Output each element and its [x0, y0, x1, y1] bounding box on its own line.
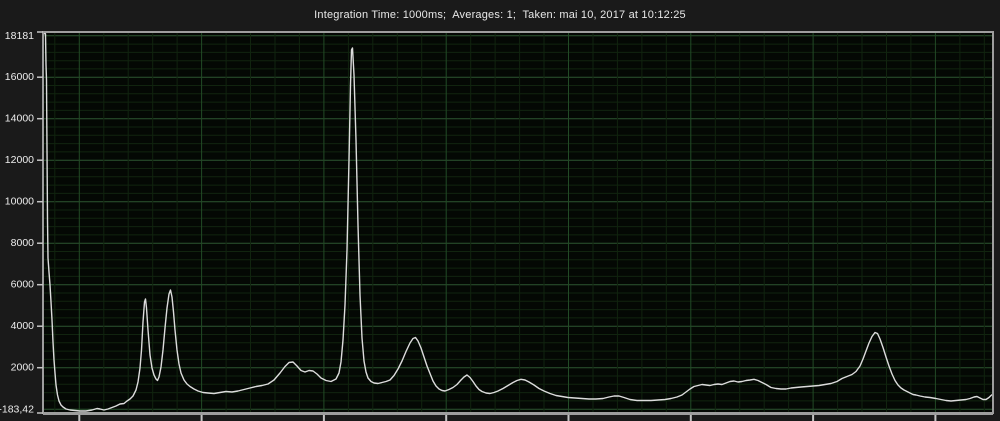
y-axis-label: -183,42: [0, 403, 34, 415]
y-axis-label: 18181: [5, 30, 34, 42]
y-axis-label: 6000: [11, 278, 35, 290]
y-axis-label: 4000: [11, 320, 35, 332]
y-axis-labels: 18181 16000 14000 12000 10000 8000 6000 4000 200…: [0, 30, 34, 416]
y-axis-label: 2000: [11, 361, 35, 373]
y-axis-label: 8000: [11, 237, 35, 249]
y-axis-label: 14000: [5, 112, 34, 124]
plot-background: [43, 32, 993, 413]
y-axis-label: 16000: [5, 71, 34, 83]
y-axis-label: 10000: [5, 195, 34, 207]
y-axis-label: 12000: [5, 154, 34, 166]
x-axis-ticks: [78, 415, 937, 421]
spectrum-chart[interactable]: 18181 16000 14000 12000 10000 8000 6000 4000 200…: [0, 0, 1000, 421]
